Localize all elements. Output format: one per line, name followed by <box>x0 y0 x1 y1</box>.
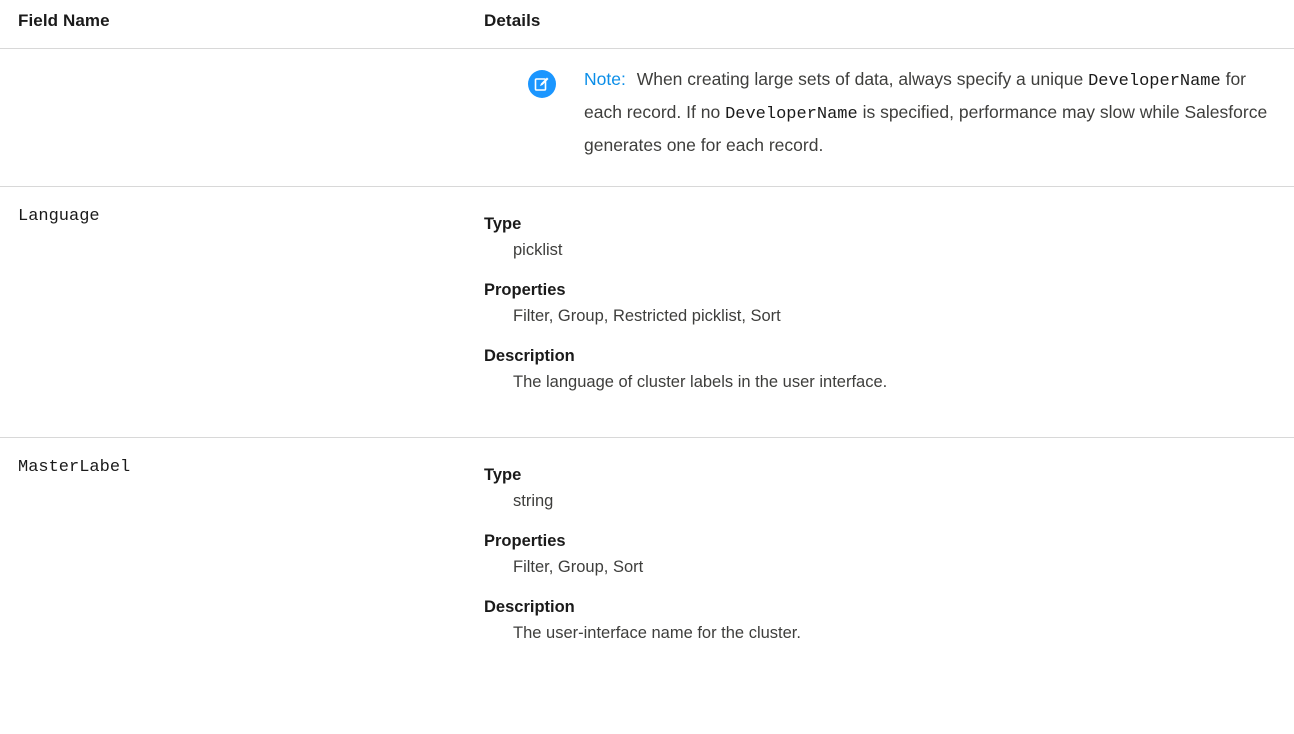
table-header: Field Name Details <box>0 0 1294 49</box>
note-code: DeveloperName <box>1088 72 1221 91</box>
field-name: Language <box>18 207 100 226</box>
table-row: Note: When creating large sets of data, … <box>0 49 1294 187</box>
field-name: MasterLabel <box>18 458 131 477</box>
type-label: Type <box>484 466 522 484</box>
edit-note-icon <box>528 70 556 98</box>
type-group: Type string <box>484 465 1274 511</box>
properties-group: Properties Filter, Group, Restricted pic… <box>484 280 1274 326</box>
type-group: Type picklist <box>484 214 1274 260</box>
note-text: Note: When creating large sets of data, … <box>584 64 1288 160</box>
description-value: The language of cluster labels in the us… <box>513 373 888 391</box>
description-group: Description The language of cluster labe… <box>484 346 1274 392</box>
note-label: Note: <box>584 69 626 89</box>
description-group: Description The user-interface name for … <box>484 597 1274 643</box>
description-label: Description <box>484 347 575 365</box>
properties-value: Filter, Group, Sort <box>513 558 644 576</box>
properties-value: Filter, Group, Restricted picklist, Sort <box>513 307 781 325</box>
field-details: Type picklist Properties Filter, Group, … <box>484 214 1274 392</box>
properties-label: Properties <box>484 281 566 299</box>
properties-group: Properties Filter, Group, Sort <box>484 531 1274 577</box>
details-header: Details <box>484 11 541 30</box>
field-details: Type string Properties Filter, Group, So… <box>484 465 1274 643</box>
type-value: string <box>513 492 554 510</box>
properties-label: Properties <box>484 532 566 550</box>
field-table: Field Name Details Note: When creating l… <box>0 0 1294 708</box>
type-value: picklist <box>513 241 563 259</box>
description-value: The user-interface name for the cluster. <box>513 624 801 642</box>
note-callout: Note: When creating large sets of data, … <box>528 64 1288 160</box>
note-code: DeveloperName <box>725 105 858 124</box>
table-row: MasterLabel Type string Properties Filte… <box>0 438 1294 708</box>
description-label: Description <box>484 598 575 616</box>
field-name-header: Field Name <box>18 11 110 30</box>
table-row: Language Type picklist Properties Filter… <box>0 187 1294 438</box>
note-text-part: When creating large sets of data, always… <box>636 69 1084 89</box>
type-label: Type <box>484 215 522 233</box>
